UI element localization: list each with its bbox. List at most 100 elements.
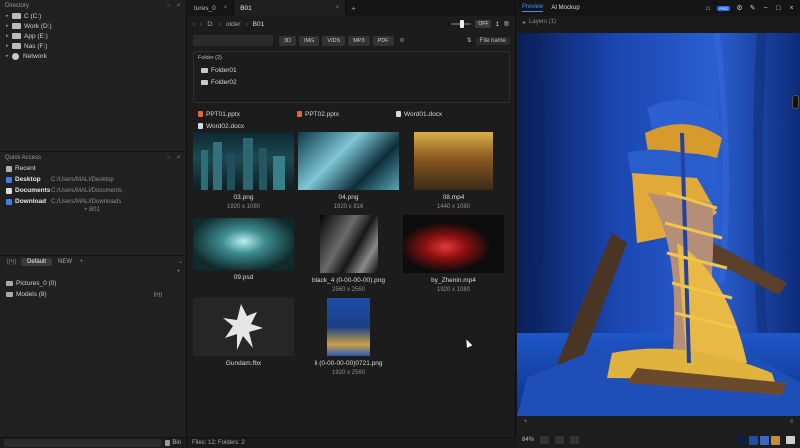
left-sidebar: Directory − × ▸ C (C:) ▸ Work (D:) ▸ App (E:)… <box>0 0 187 448</box>
library-item-models[interactable]: Models (8) ((•)) <box>0 289 186 300</box>
filter-pdf[interactable]: PDF <box>372 35 394 46</box>
add-tab-icon[interactable]: + <box>78 259 85 266</box>
document-item[interactable]: Word01.docx <box>396 108 496 120</box>
breadcrumb-mid[interactable]: older <box>226 21 240 28</box>
library-item-pictures[interactable]: Pictures_0 (0) <box>0 278 186 289</box>
directory-item[interactable]: ▸ Nas (F:) <box>0 41 186 51</box>
preview-image <box>517 33 800 416</box>
quick-access-item[interactable]: Recent <box>0 163 186 174</box>
image-thumbnail <box>193 132 294 190</box>
breadcrumb-current[interactable]: B01 <box>253 21 265 28</box>
mouse-cursor-icon <box>463 338 473 348</box>
directory-item[interactable]: ▸ Network <box>0 51 186 61</box>
palette-icon[interactable] <box>786 436 795 444</box>
sort-order-icon[interactable]: ⇅ <box>467 37 472 44</box>
folder-item[interactable]: Folder01 <box>198 64 505 76</box>
status-bar: Files: 12; Folders: 2 <box>188 437 516 448</box>
directory-item[interactable]: ▸ C (C:) <box>0 11 186 21</box>
home-icon[interactable]: ⌂ <box>704 5 711 12</box>
add-layer-icon[interactable]: + <box>522 419 529 426</box>
menu-icon[interactable]: ≡ <box>788 419 795 426</box>
tab-preview[interactable]: Preview <box>522 4 544 12</box>
collapse-icon[interactable]: − <box>165 154 172 161</box>
tab-pictures[interactable]: tures_0 × <box>188 0 235 16</box>
disk-icon <box>12 23 21 29</box>
media-item[interactable]: Gundam.fbx <box>192 298 295 367</box>
media-item[interactable]: 03.png 1920 x 1080 <box>192 132 295 210</box>
close-icon[interactable]: × <box>175 154 182 161</box>
city-thumbnail-art <box>201 138 285 190</box>
color-swatch[interactable] <box>738 435 747 445</box>
pin-icon[interactable]: ✎ <box>749 5 756 12</box>
media-item[interactable]: 09.psd <box>192 215 295 281</box>
breadcrumb-root[interactable]: D: <box>207 21 214 28</box>
directory-label: C (C:) <box>24 12 42 20</box>
settings-icon[interactable]: ⚙ <box>399 37 406 44</box>
quick-access-item[interactable]: Documents C:/Users/MALI/Documents <box>0 185 186 196</box>
sort-select[interactable]: File name <box>475 36 510 45</box>
image-thumbnail <box>327 298 370 356</box>
grid-icon[interactable]: ▦ <box>503 21 510 28</box>
directory-tree: ▸ C (C:) ▸ Work (D:) ▸ App (E:) ▸ Nas (F:) ▸ Netw… <box>0 11 186 61</box>
quick-access-name: Download <box>15 198 47 205</box>
library-search-input[interactable] <box>4 439 162 447</box>
fit-icon[interactable] <box>540 436 550 444</box>
add-quick-access[interactable]: + B01 <box>0 207 186 217</box>
bin-button[interactable]: Bin <box>165 440 186 446</box>
folder-icon <box>201 67 208 73</box>
folders-title[interactable]: Folder (2) <box>198 55 505 61</box>
directory-item[interactable]: ▸ App (E:) <box>0 31 186 41</box>
crop-icon[interactable] <box>570 436 580 444</box>
directory-label: Network <box>23 52 47 60</box>
disk-icon <box>12 33 21 39</box>
quick-access-path: C:/Users/MALI/Downloads <box>51 198 122 205</box>
media-item[interactable]: 04.png 1920 x 816 <box>297 132 400 210</box>
close-icon[interactable]: × <box>175 2 182 9</box>
media-dimensions: 1920 x 1080 <box>226 204 261 210</box>
slider-handle[interactable] <box>460 20 465 28</box>
quick-access-item[interactable]: Download C:/Users/MALI/Downloads <box>0 196 186 207</box>
close-icon[interactable]: × <box>336 5 340 11</box>
filter-img[interactable]: IMG <box>299 35 320 46</box>
quick-access-item[interactable]: Desktop C:/Users/MALI/Desktop <box>0 174 186 185</box>
tab-b01[interactable]: B01 × <box>234 0 347 16</box>
menu-icon[interactable]: ⌄ <box>178 259 186 266</box>
settings-icon[interactable]: ⚙ <box>736 5 743 12</box>
zoom-badge[interactable]: OFF <box>475 20 492 28</box>
color-swatch[interactable] <box>760 435 769 445</box>
minimize-icon[interactable]: − <box>762 5 769 12</box>
mecha-figure-art <box>223 304 263 350</box>
back-icon[interactable]: ‹ <box>193 21 195 28</box>
quick-access-header: Quick Access − × <box>0 152 186 163</box>
color-swatch[interactable] <box>771 435 780 445</box>
media-item[interactable]: black_4 (0-00-00-00).png 2560 x 2560 <box>297 215 400 293</box>
filter-vids[interactable]: VIDS <box>322 35 346 46</box>
close-icon[interactable]: × <box>788 5 795 12</box>
media-item[interactable]: by_Zhenin.mp4 1920 x 1080 <box>402 215 505 293</box>
document-item[interactable]: PPT02.pptx <box>297 108 396 120</box>
thumbnail-size-slider[interactable] <box>451 20 472 28</box>
directory-item[interactable]: ▸ Work (D:) <box>0 21 186 31</box>
document-item[interactable]: PPT01.pptx <box>198 108 297 120</box>
maximize-icon[interactable]: □ <box>775 5 782 12</box>
expand-icon[interactable] <box>555 436 565 444</box>
side-handle[interactable] <box>792 95 799 109</box>
tab-default[interactable]: Default <box>21 258 53 266</box>
document-item[interactable]: Word02.docx <box>198 120 297 132</box>
color-swatch[interactable] <box>749 435 758 445</box>
filter-mp3[interactable]: MP3 <box>348 35 370 46</box>
folder-item[interactable]: Folder02 <box>198 76 505 88</box>
forward-icon[interactable]: › <box>200 21 202 28</box>
tab-ai-mockup[interactable]: AI Mockup <box>551 5 579 11</box>
media-item[interactable]: li (0-00-00-00)0721.png 1920 x 2560 <box>297 298 400 376</box>
collapse-icon[interactable]: − <box>165 2 172 9</box>
broadcast-icon[interactable]: ((•)) <box>6 259 16 266</box>
tab-new[interactable]: NEW <box>58 259 72 265</box>
new-tab-button[interactable]: + <box>346 0 361 16</box>
close-icon[interactable]: × <box>224 5 228 11</box>
add-icon[interactable]: + <box>175 268 182 275</box>
filter-3d[interactable]: 3D <box>279 35 297 46</box>
media-item[interactable]: 08.mp4 1440 x 1080 <box>402 132 505 210</box>
layers-header[interactable]: ▸ Layers (1) <box>517 16 800 28</box>
filter-input[interactable] <box>193 35 273 46</box>
